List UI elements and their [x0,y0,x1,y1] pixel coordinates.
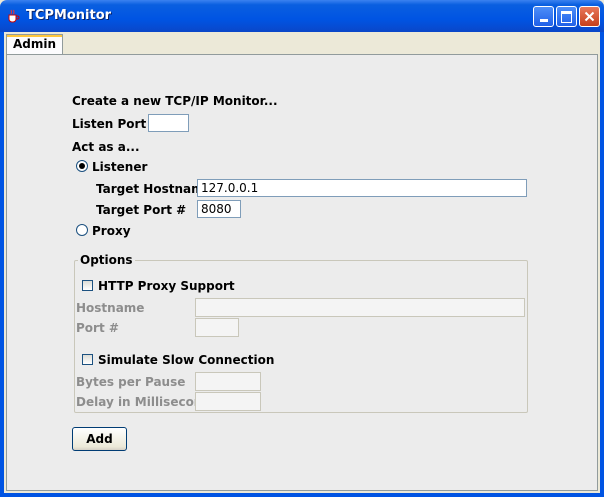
radio-selected-dot [79,163,85,169]
delay-milliseconds-input[interactable] [195,392,261,411]
listener-radio[interactable] [76,160,88,172]
target-hostname-input[interactable]: 127.0.0.1 [197,179,527,197]
close-icon [584,11,595,22]
options-legend: Options [78,253,135,267]
maximize-button[interactable] [556,6,577,27]
listen-port-input[interactable] [148,114,189,132]
http-proxy-support-checkbox[interactable] [82,280,93,291]
simulate-slow-connection-label: Simulate Slow Connection [98,353,275,367]
tab-admin[interactable]: Admin [6,34,63,54]
bytes-per-pause-label: Bytes per Pause [76,375,186,389]
target-port-label: Target Port # [96,203,187,217]
minimize-button[interactable] [533,6,554,27]
target-port-input[interactable]: 8080 [197,200,241,218]
proxy-port-label: Port # [76,321,119,335]
proxy-hostname-input[interactable] [195,298,525,317]
proxy-radio[interactable] [76,224,88,236]
http-proxy-support-label: HTTP Proxy Support [98,279,235,293]
maximize-icon [561,10,572,23]
act-as-label: Act as a... [72,140,140,154]
target-hostname-label: Target Hostname [96,182,212,196]
create-monitor-heading: Create a new TCP/IP Monitor... [72,94,278,108]
close-button[interactable] [579,6,600,27]
minimize-icon [539,19,548,22]
listener-label: Listener [92,160,148,174]
add-button[interactable]: Add [72,427,127,451]
bytes-per-pause-input[interactable] [195,372,261,391]
window-title: TCPMonitor [26,8,112,23]
proxy-port-input[interactable] [195,318,239,337]
java-cup-icon [6,9,20,23]
proxy-hostname-label: Hostname [76,301,145,315]
simulate-slow-connection-checkbox[interactable] [82,354,93,365]
proxy-label: Proxy [92,224,131,238]
